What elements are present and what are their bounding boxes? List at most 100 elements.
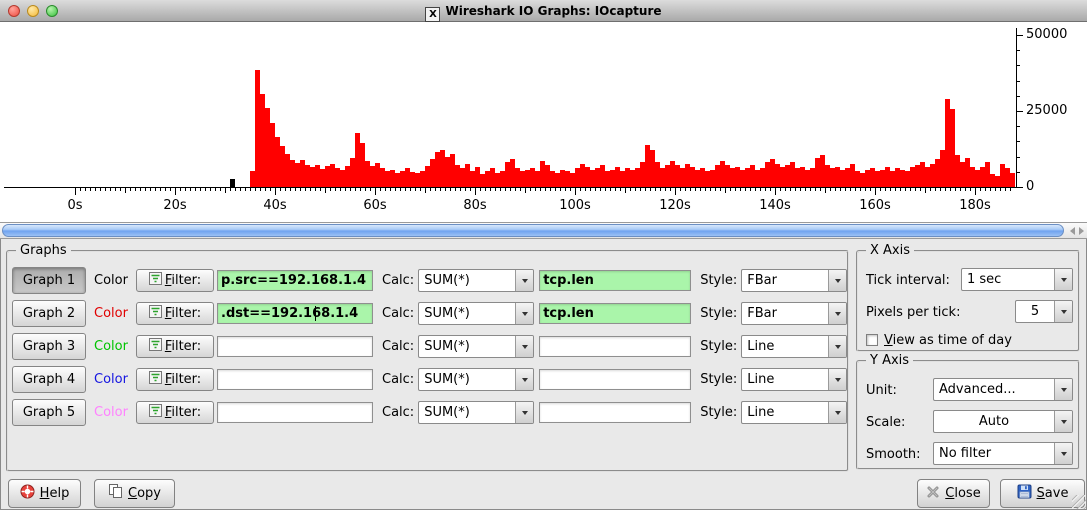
filter-button-label: Filter: xyxy=(165,372,201,387)
copy-button[interactable]: Copy xyxy=(94,479,175,508)
x-axis-tick xyxy=(330,188,331,191)
view-as-time-checkbox[interactable] xyxy=(866,334,878,346)
x-axis-frame-label: X Axis xyxy=(866,243,914,258)
window-resize-grip[interactable] xyxy=(1072,495,1086,509)
graph-row-3: Graph 3 Color Filter: Calc: SUM(*) Style… xyxy=(12,330,845,363)
graph5-filter-input[interactable] xyxy=(217,402,373,423)
graph2-calc-select[interactable]: SUM(*) xyxy=(418,302,534,325)
close-icon xyxy=(926,485,940,503)
x-axis-tick xyxy=(315,188,316,191)
help-button[interactable]: Help xyxy=(8,479,81,508)
graph3-toggle-button[interactable]: Graph 3 xyxy=(12,333,86,360)
graph4-calc-field-input[interactable] xyxy=(539,369,691,390)
x-axis-tick xyxy=(695,188,696,191)
filter-icon xyxy=(149,338,162,355)
x11-app-icon: X xyxy=(425,7,440,22)
close-button[interactable]: Close xyxy=(917,479,990,508)
x-axis-tick xyxy=(130,188,131,191)
style-label: Style: xyxy=(700,339,737,354)
x-axis-tick xyxy=(85,188,86,191)
graph3-calc-select[interactable]: SUM(*) xyxy=(418,335,534,358)
x-axis-tick xyxy=(365,188,366,191)
x-axis-tick xyxy=(170,188,171,191)
graph1-style-select[interactable]: FBar xyxy=(741,269,847,292)
x-axis-tick xyxy=(415,188,416,191)
scroll-left-icon[interactable] xyxy=(1070,227,1075,235)
plot-area: 0s20s40s60s80s100s120s140s160s180s025000… xyxy=(0,22,1087,222)
graph3-filter-input[interactable] xyxy=(217,336,373,357)
x-axis-tick xyxy=(325,188,326,193)
x-axis-section: X Axis Tick interval: 1 sec Pixels per t… xyxy=(856,250,1080,352)
x-axis-tick xyxy=(555,188,556,191)
graph1-calc-select[interactable]: SUM(*) xyxy=(418,269,534,292)
help-button-label: Help xyxy=(40,486,70,501)
graph3-style-select[interactable]: Line xyxy=(741,335,847,358)
graph2-style-select[interactable]: FBar xyxy=(741,302,847,325)
graph4-calc-select[interactable]: SUM(*) xyxy=(418,368,534,391)
x-axis-tick xyxy=(280,188,281,191)
x-axis-tick xyxy=(200,188,201,191)
title-bar: XWireshark IO Graphs: IOcapture xyxy=(0,0,1087,22)
x-axis-tick xyxy=(370,188,371,191)
graph2-filter-input[interactable] xyxy=(217,303,373,324)
scrollbar-thumb[interactable] xyxy=(2,224,1064,237)
tick-interval-select[interactable]: 1 sec xyxy=(961,268,1073,291)
unit-select[interactable]: Advanced... xyxy=(933,378,1073,401)
save-icon xyxy=(1017,484,1032,503)
graph4-toggle-button[interactable]: Graph 4 xyxy=(12,366,86,393)
x-axis-tick xyxy=(1010,188,1011,191)
smooth-select[interactable]: No filter xyxy=(933,442,1073,465)
scroll-right-icon[interactable] xyxy=(1079,227,1084,235)
smooth-value: No filter xyxy=(934,446,1054,461)
graph3-calc-field-input[interactable] xyxy=(539,336,691,357)
graph5-style-select[interactable]: Line xyxy=(741,401,847,424)
x-axis-tick xyxy=(150,188,151,191)
pixels-per-tick-select[interactable]: 5 xyxy=(1015,300,1073,323)
x-axis-tick xyxy=(510,188,511,191)
x-axis-tick xyxy=(670,188,671,191)
graph5-filter-button[interactable]: Filter: xyxy=(136,401,214,424)
x-axis-label: 60s xyxy=(355,198,395,213)
y-axis-tick xyxy=(1017,126,1020,127)
style-select-value: Line xyxy=(742,339,828,354)
horizontal-scrollbar[interactable] xyxy=(0,222,1087,239)
x-axis-tick xyxy=(885,188,886,191)
scale-select[interactable]: Auto xyxy=(933,410,1073,433)
graph3-filter-button[interactable]: Filter: xyxy=(136,335,214,358)
chevron-down-icon xyxy=(828,402,846,423)
close-button-label: Close xyxy=(945,486,980,501)
x-axis-tick xyxy=(890,188,891,191)
y-axis-frame-label: Y Axis xyxy=(866,353,913,368)
scrollbar-arrows[interactable] xyxy=(1070,225,1084,237)
graph1-calc-field-input[interactable] xyxy=(539,270,691,291)
x-axis-label: 40s xyxy=(255,198,295,213)
graph4-filter-button[interactable]: Filter: xyxy=(136,368,214,391)
graph2-toggle-button[interactable]: Graph 2 xyxy=(12,300,86,327)
graph1-toggle-button[interactable]: Graph 1 xyxy=(12,267,86,294)
tick-interval-row: Tick interval: 1 sec xyxy=(866,268,1073,292)
x-axis-label: 140s xyxy=(755,198,795,213)
graph2-filter-button[interactable]: Filter: xyxy=(136,302,214,325)
x-axis-tick xyxy=(465,188,466,191)
x-axis-tick xyxy=(930,188,931,191)
graph2-calc-field-input[interactable] xyxy=(539,303,691,324)
x-axis-tick xyxy=(965,188,966,191)
x-axis-tick xyxy=(830,188,831,191)
graph4-filter-input[interactable] xyxy=(217,369,373,390)
x-axis-tick xyxy=(600,188,601,191)
x-axis-tick xyxy=(210,188,211,191)
graph-row-4: Graph 4 Color Filter: Calc: SUM(*) Style… xyxy=(12,363,845,396)
x-axis-tick xyxy=(815,188,816,191)
tick-interval-label: Tick interval: xyxy=(866,273,950,288)
graph5-calc-field-input[interactable] xyxy=(539,402,691,423)
graph1-filter-button[interactable]: Filter: xyxy=(136,269,214,292)
graph1-filter-input[interactable] xyxy=(217,270,373,291)
x-axis-tick xyxy=(895,188,896,191)
graph5-toggle-button[interactable]: Graph 5 xyxy=(12,399,86,426)
graph-row-1: Graph 1 Color Filter: Calc: SUM(*) Style… xyxy=(12,264,845,297)
graph5-calc-select[interactable]: SUM(*) xyxy=(418,401,534,424)
graph4-style-select[interactable]: Line xyxy=(741,368,847,391)
x-axis-tick xyxy=(880,188,881,191)
x-axis-tick xyxy=(565,188,566,191)
x-axis-tick xyxy=(470,188,471,191)
